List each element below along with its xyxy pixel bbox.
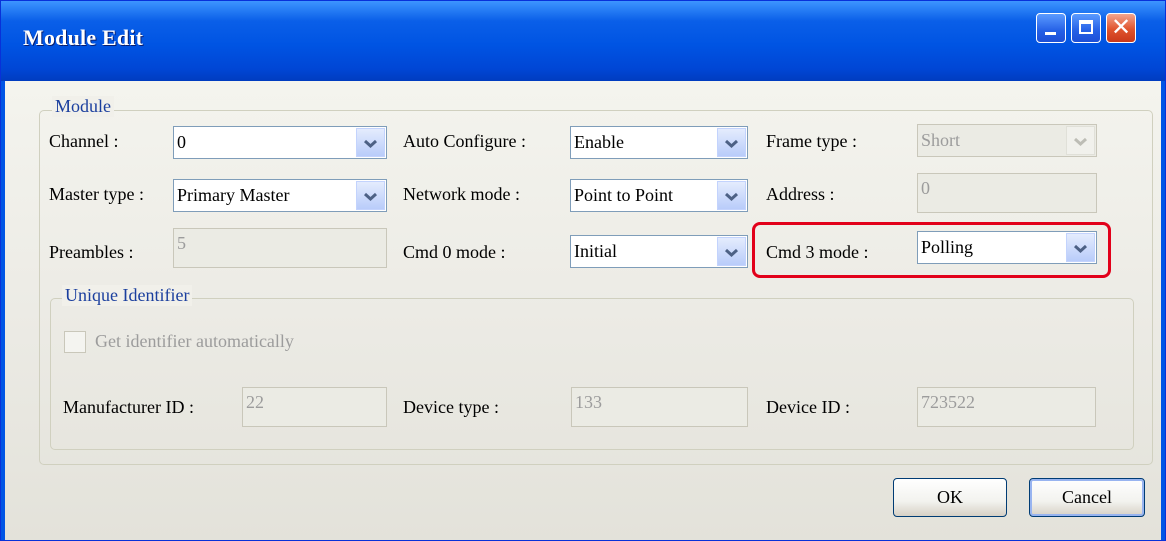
device-type-field[interactable]: 133 bbox=[571, 387, 748, 427]
title-bar[interactable]: Module Edit ✕ bbox=[1, 1, 1165, 81]
device-id-field[interactable]: 723522 bbox=[917, 387, 1096, 427]
device-id-label: Device ID : bbox=[766, 397, 850, 417]
maximize-button[interactable] bbox=[1071, 13, 1101, 43]
auto-configure-value: Enable bbox=[574, 132, 624, 152]
cmd3-mode-highlight bbox=[752, 222, 1111, 278]
master-type-value: Primary Master bbox=[177, 185, 290, 205]
preambles-value: 5 bbox=[177, 233, 186, 253]
maximize-icon bbox=[1079, 20, 1093, 34]
preambles-label: Preambles : bbox=[49, 242, 134, 262]
network-mode-select[interactable]: Point to Point bbox=[570, 179, 748, 212]
cmd0-mode-select[interactable]: Initial bbox=[570, 235, 748, 268]
window-title: Module Edit bbox=[23, 25, 144, 50]
master-type-label: Master type : bbox=[49, 184, 144, 204]
cmd0-mode-value: Initial bbox=[574, 241, 617, 261]
device-id-value: 723522 bbox=[921, 392, 975, 412]
chevron-down-icon[interactable] bbox=[717, 181, 746, 210]
close-icon: ✕ bbox=[1110, 13, 1132, 41]
ok-button[interactable]: OK bbox=[893, 478, 1007, 517]
get-identifier-checkbox[interactable] bbox=[64, 331, 86, 353]
frame-type-select[interactable]: Short bbox=[917, 124, 1097, 157]
dialog-client-area: Module Channel : 0 Auto Configure : Enab… bbox=[5, 81, 1161, 540]
chevron-down-icon[interactable] bbox=[1066, 126, 1095, 155]
frame-type-value: Short bbox=[921, 130, 961, 150]
chevron-down-icon[interactable] bbox=[356, 128, 385, 157]
manufacturer-id-value: 22 bbox=[246, 392, 264, 412]
master-type-select[interactable]: Primary Master bbox=[173, 179, 387, 212]
minimize-icon bbox=[1045, 32, 1056, 35]
network-mode-label: Network mode : bbox=[403, 184, 520, 204]
cmd0-mode-label: Cmd 0 mode : bbox=[403, 242, 506, 262]
manufacturer-id-label: Manufacturer ID : bbox=[63, 397, 194, 417]
chevron-down-icon[interactable] bbox=[717, 128, 746, 157]
module-group-title: Module bbox=[52, 96, 114, 117]
network-mode-value: Point to Point bbox=[574, 185, 674, 205]
address-label: Address : bbox=[766, 184, 835, 204]
module-edit-window: Module Edit ✕ Module Channel : 0 Auto Co… bbox=[0, 0, 1166, 541]
channel-value: 0 bbox=[177, 132, 186, 152]
frame-type-label: Frame type : bbox=[766, 131, 857, 151]
chevron-down-icon[interactable] bbox=[717, 237, 746, 266]
auto-configure-select[interactable]: Enable bbox=[570, 126, 748, 159]
channel-select[interactable]: 0 bbox=[173, 126, 387, 159]
device-type-value: 133 bbox=[575, 392, 602, 412]
address-value: 0 bbox=[921, 178, 930, 198]
chevron-down-icon[interactable] bbox=[356, 181, 385, 210]
address-field[interactable]: 0 bbox=[917, 173, 1097, 213]
channel-label: Channel : bbox=[49, 131, 119, 151]
minimize-button[interactable] bbox=[1036, 13, 1066, 43]
unique-identifier-title: Unique Identifier bbox=[62, 285, 193, 306]
manufacturer-id-field[interactable]: 22 bbox=[242, 387, 387, 427]
device-type-label: Device type : bbox=[403, 397, 499, 417]
close-button[interactable]: ✕ bbox=[1106, 13, 1136, 43]
auto-configure-label: Auto Configure : bbox=[403, 131, 526, 151]
preambles-field[interactable]: 5 bbox=[173, 228, 387, 268]
get-identifier-label[interactable]: Get identifier automatically bbox=[95, 331, 294, 352]
cancel-button[interactable]: Cancel bbox=[1029, 478, 1145, 517]
unique-identifier-group bbox=[50, 298, 1134, 450]
